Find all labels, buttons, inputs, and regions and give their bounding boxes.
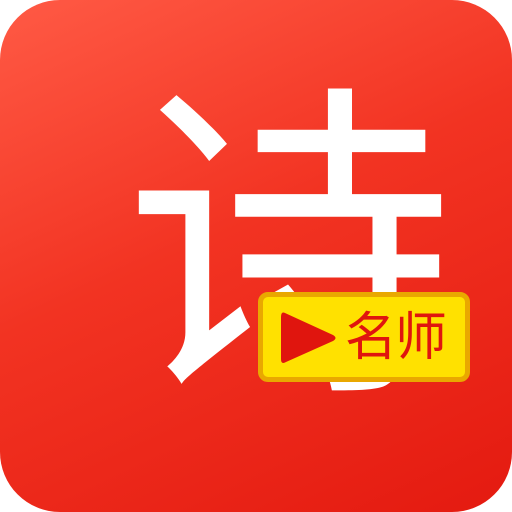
play-icon [281,312,336,363]
badge-label: 名师 [345,308,447,368]
app-icon[interactable]: 诗 名师 [0,0,512,512]
app-icon-character: 诗 [124,58,454,442]
teacher-badge: 名师 [258,292,470,382]
